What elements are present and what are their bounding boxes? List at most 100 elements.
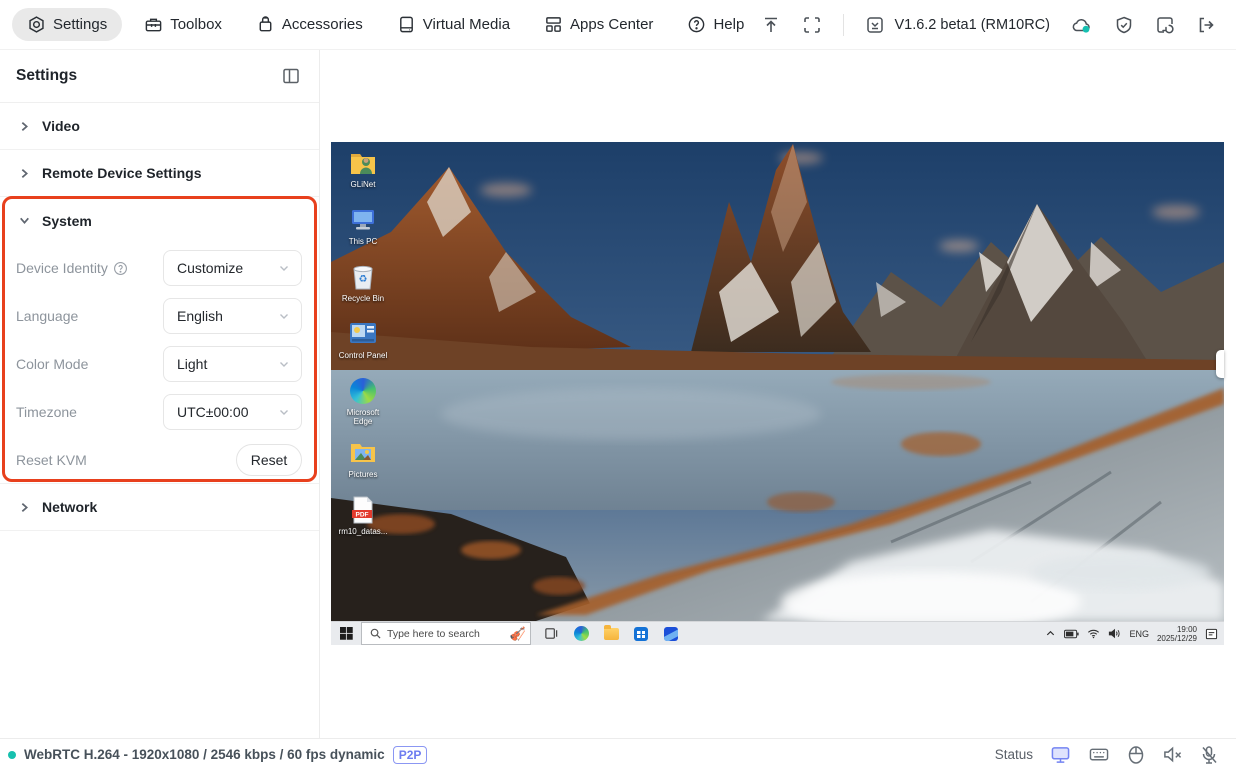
select-value: Light — [177, 356, 207, 372]
speaker-muted-icon[interactable] — [1162, 745, 1183, 764]
desktop-icon-label: Pictures — [349, 470, 378, 479]
help-icon[interactable] — [113, 261, 128, 276]
desktop-icon-microsoft-edge[interactable]: Microsoft Edge — [337, 376, 389, 426]
desktop-icon-label: Recycle Bin — [342, 294, 384, 303]
desktop-icon-pdf-file[interactable]: PDF rm10_datas... — [337, 495, 389, 536]
cloud-status-icon[interactable] — [1071, 15, 1093, 35]
virtual-media-icon — [397, 15, 416, 34]
chevron-down-icon — [278, 358, 290, 370]
wifi-icon[interactable] — [1087, 628, 1100, 639]
system-tray: ENG 19:00 2025/12/29 — [1045, 622, 1224, 645]
section-label: System — [42, 213, 92, 229]
tray-clock[interactable]: 19:00 2025/12/29 — [1157, 625, 1197, 643]
user-folder-icon — [348, 148, 378, 178]
version-group[interactable]: V1.6.2 beta1 (RM10RC) — [865, 15, 1050, 35]
desktop-icon-pictures[interactable]: Pictures — [337, 438, 389, 479]
start-button[interactable] — [331, 622, 361, 645]
svg-text:PDF: PDF — [356, 512, 369, 519]
chevron-right-icon — [18, 501, 31, 514]
field-label: Color Mode — [16, 356, 88, 372]
nav-settings[interactable]: Settings — [12, 8, 122, 41]
windows-logo-icon — [340, 627, 353, 640]
section-remote-device-settings[interactable]: Remote Device Settings — [0, 150, 319, 197]
edge-browser-icon — [348, 376, 378, 406]
timezone-select[interactable]: UTC±00:00 — [163, 394, 302, 430]
chevron-down-icon — [278, 310, 290, 322]
mic-muted-icon[interactable] — [1200, 745, 1218, 765]
accessories-icon — [256, 15, 275, 34]
sidebar-header: Settings — [0, 50, 319, 103]
field-reset-kvm: Reset KVM Reset — [0, 436, 319, 484]
fullscreen-icon[interactable] — [802, 15, 822, 35]
video-toolbar-handle[interactable] — [1216, 350, 1224, 378]
pdf-file-icon: PDF — [348, 495, 378, 525]
connection-live-dot — [8, 751, 16, 759]
pictures-folder-icon — [348, 438, 378, 468]
status-label: Status — [995, 747, 1033, 762]
section-network[interactable]: Network — [0, 484, 319, 531]
keyboard-status-icon[interactable] — [1088, 745, 1110, 764]
nav-toolbox[interactable]: Toolbox — [132, 8, 234, 41]
section-system[interactable]: System — [0, 197, 319, 244]
main-content: GLiNet This PC ♻ Recycle Bin Control Pan… — [320, 50, 1236, 738]
color-mode-select[interactable]: Light — [163, 346, 302, 382]
task-view-icon[interactable] — [543, 626, 559, 642]
tray-chevron-up-icon[interactable] — [1045, 628, 1056, 639]
desktop-icon-recycle-bin[interactable]: ♻ Recycle Bin — [337, 262, 389, 303]
collapse-panel-icon[interactable] — [281, 66, 301, 86]
nav-label: Virtual Media — [423, 16, 510, 33]
field-language: Language English — [0, 292, 319, 340]
select-value: UTC±00:00 — [177, 404, 249, 420]
search-placeholder-text: Type here to search — [387, 628, 504, 640]
select-value: English — [177, 308, 223, 324]
section-label: Video — [42, 118, 80, 134]
device-identity-select[interactable]: Customize — [163, 250, 302, 286]
remote-desktop-video[interactable]: GLiNet This PC ♻ Recycle Bin Control Pan… — [331, 142, 1224, 645]
chevron-down-icon — [278, 406, 290, 418]
factory-reset-icon[interactable] — [1155, 15, 1175, 35]
desktop-icon-this-pc[interactable]: This PC — [337, 205, 389, 246]
input-language-indicator[interactable]: ENG — [1129, 629, 1149, 639]
nav-label: Accessories — [282, 16, 363, 33]
windows-taskbar: Type here to search 🎻 ENG 19:00 — [331, 621, 1224, 645]
nav-virtual-media[interactable]: Virtual Media — [385, 8, 522, 41]
shield-check-icon[interactable] — [1114, 15, 1134, 35]
mouse-status-icon[interactable] — [1127, 745, 1145, 765]
search-highlight-violin-icon: 🎻 — [510, 627, 526, 640]
file-explorer-icon[interactable] — [603, 626, 619, 642]
action-center-icon[interactable] — [1205, 628, 1218, 640]
toolbox-icon — [144, 15, 163, 34]
reset-button[interactable]: Reset — [236, 444, 302, 476]
nav-help[interactable]: Help — [675, 8, 756, 41]
microsoft-store-icon[interactable] — [633, 626, 649, 642]
apps-center-icon — [544, 15, 563, 34]
pinned-app-icon[interactable] — [663, 626, 679, 642]
logout-icon[interactable] — [1196, 15, 1216, 35]
taskbar-search-box[interactable]: Type here to search 🎻 — [361, 622, 531, 645]
device-status-group: Status — [995, 745, 1236, 765]
desktop-icon-label: GLiNet — [351, 180, 376, 189]
nav-label: Help — [713, 16, 744, 33]
bottom-status-bar: WebRTC H.264 - 1920x1080 / 2546 kbps / 6… — [0, 738, 1236, 770]
desktop-icon-glinet[interactable]: GLiNet — [337, 148, 389, 189]
section-video[interactable]: Video — [0, 103, 319, 150]
toolbar-divider — [843, 14, 844, 36]
nav-apps-center[interactable]: Apps Center — [532, 8, 665, 41]
edge-taskbar-icon[interactable] — [573, 626, 589, 642]
taskbar-pinned-apps — [531, 622, 679, 645]
battery-icon[interactable] — [1064, 629, 1079, 639]
gear-icon — [27, 15, 46, 34]
nav-label: Toolbox — [170, 16, 222, 33]
top-toolbar: Settings Toolbox Accessories Virtual Med… — [0, 0, 1236, 50]
tray-date: 2025/12/29 — [1157, 634, 1197, 643]
screen-status-icon[interactable] — [1050, 745, 1071, 764]
volume-icon[interactable] — [1108, 628, 1121, 639]
desktop-icon-label: rm10_datas... — [339, 527, 388, 536]
nav-accessories[interactable]: Accessories — [244, 8, 375, 41]
upload-icon[interactable] — [761, 15, 781, 35]
language-select[interactable]: English — [163, 298, 302, 334]
top-nav: Settings Toolbox Accessories Virtual Med… — [0, 8, 756, 41]
chevron-right-icon — [18, 167, 31, 180]
desktop-icon-control-panel[interactable]: Control Panel — [337, 319, 389, 360]
chevron-down-icon — [278, 262, 290, 274]
